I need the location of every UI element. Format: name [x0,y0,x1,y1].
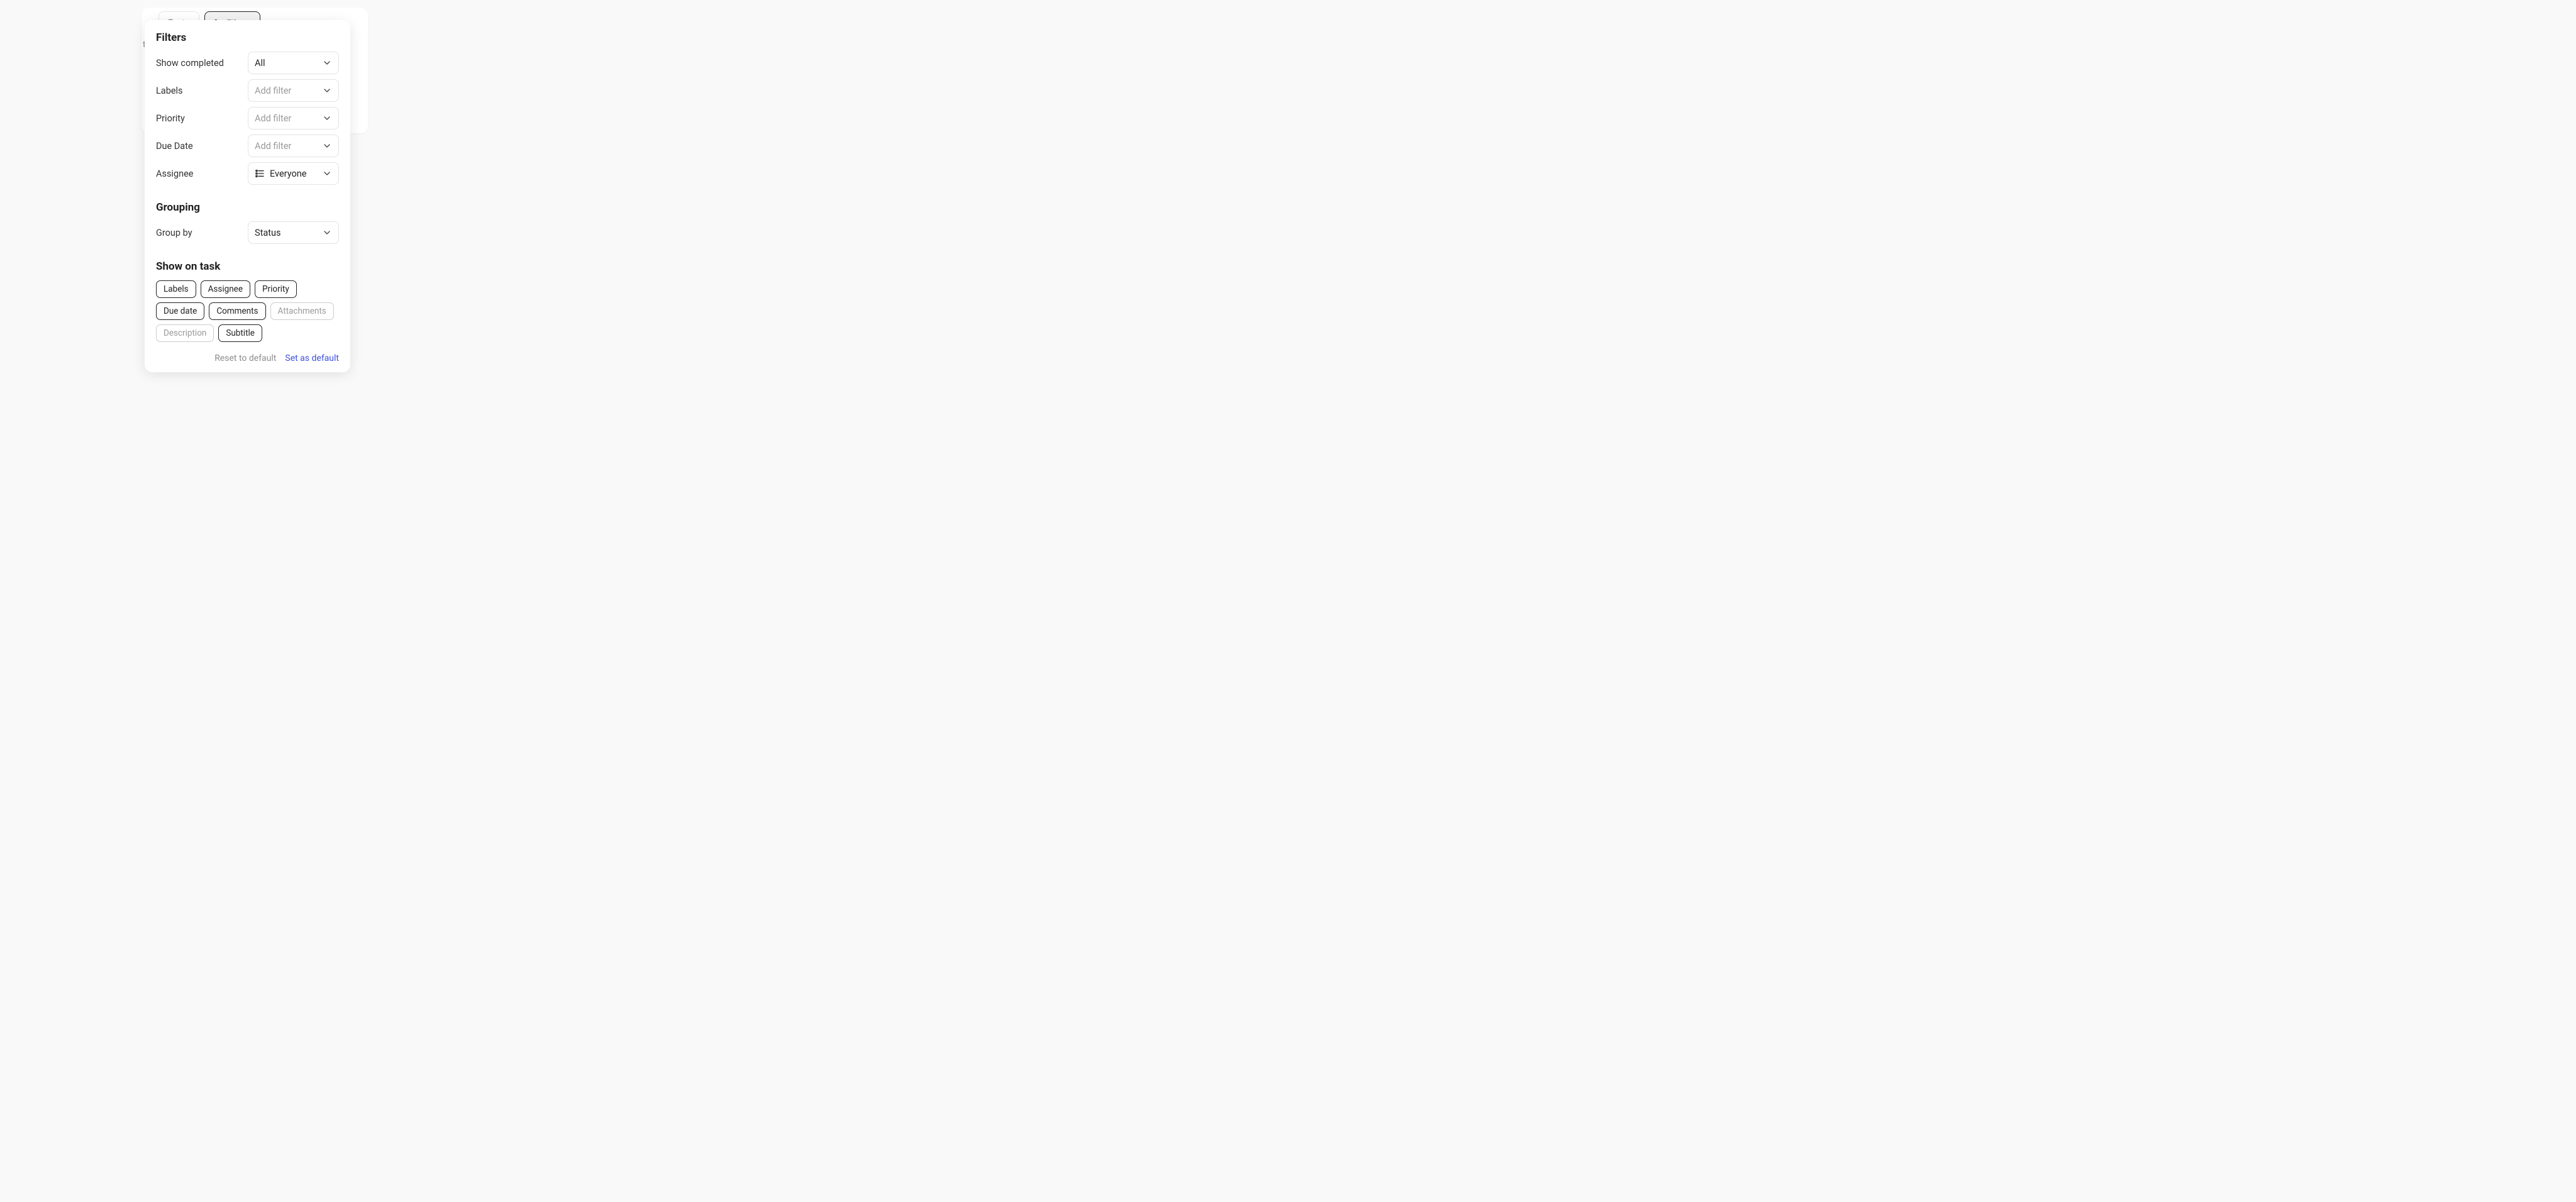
chevron-down-icon [322,113,332,123]
chevron-down-icon [322,228,332,238]
row-show-completed: Show completed All [156,52,339,74]
row-priority: Priority Add filter [156,107,339,130]
select-group-by[interactable]: Status [248,221,339,244]
select-assignee-value: Everyone [270,168,306,179]
set-as-default-button[interactable]: Set as default [285,353,339,363]
popover-footer: Reset to default Set as default [156,353,339,363]
label-due-date: Due Date [156,141,193,152]
select-assignee[interactable]: Everyone [248,162,339,185]
chevron-down-icon [322,141,332,151]
label-group-by: Group by [156,228,192,238]
chevron-down-icon [322,85,332,96]
row-assignee: Assignee Everyone [156,162,339,185]
show-on-task-section-title: Show on task [156,260,339,273]
chip-description[interactable]: Description [156,324,214,342]
select-labels-placeholder: Add filter [255,85,317,96]
grouping-section-title: Grouping [156,201,339,214]
chip-priority[interactable]: Priority [255,280,297,298]
row-labels: Labels Add filter [156,79,339,102]
select-priority[interactable]: Add filter [248,107,339,130]
chip-assignee[interactable]: Assignee [201,280,250,298]
select-due-date[interactable]: Add filter [248,135,339,157]
chevron-down-icon [322,168,332,179]
select-due-date-placeholder: Add filter [255,141,317,152]
select-labels[interactable]: Add filter [248,79,339,102]
reset-to-default-button[interactable]: Reset to default [214,353,276,363]
list-icon [255,168,265,179]
select-priority-placeholder: Add filter [255,113,317,124]
label-priority: Priority [156,113,185,124]
chip-labels[interactable]: Labels [156,280,196,298]
chip-subtitle[interactable]: Subtitle [218,324,262,342]
show-on-task-chips: Labels Assignee Priority Due date Comments At… [156,280,339,342]
select-show-completed[interactable]: All [248,52,339,74]
filters-popover: Filters Show completed All Labels Add fi… [145,20,350,372]
label-assignee: Assignee [156,168,193,179]
chip-due-date[interactable]: Due date [156,302,204,320]
select-group-by-value: Status [255,228,317,238]
label-show-completed: Show completed [156,58,224,69]
label-labels: Labels [156,85,183,96]
filters-section-title: Filters [156,31,339,44]
row-group-by: Group by Status [156,221,339,244]
chip-attachments[interactable]: Attachments [270,302,334,320]
chevron-down-icon [322,58,332,68]
chip-comments[interactable]: Comments [209,302,265,320]
select-show-completed-value: All [255,58,317,69]
row-due-date: Due Date Add filter [156,135,339,157]
